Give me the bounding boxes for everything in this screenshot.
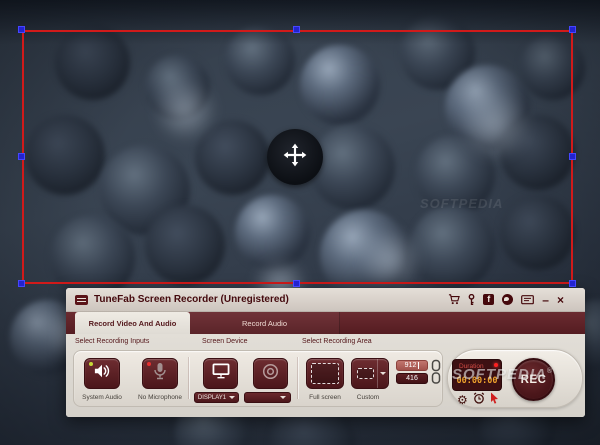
system-audio-status-dot — [89, 362, 93, 366]
move-icon — [282, 142, 308, 173]
window-title: TuneFab Screen Recorder (Unregistered) — [94, 294, 289, 305]
record-capsule: Duration 00:00:00 ⚙ REC — [447, 349, 583, 408]
selection-handle-top-left[interactable] — [18, 26, 25, 33]
chevron-down-icon — [229, 396, 236, 399]
section-label-screen-device: Screen Device — [202, 338, 248, 345]
full-screen-button[interactable] — [306, 358, 344, 389]
full-screen-area-icon — [311, 363, 339, 384]
timer-clock-icon[interactable] — [473, 391, 485, 409]
custom-label: Custom — [356, 394, 380, 401]
selection-handle-mid-right[interactable] — [569, 153, 576, 160]
tab-record-audio[interactable]: Record Audio — [190, 312, 340, 334]
minimize-button[interactable]: – — [542, 294, 549, 306]
monitor-icon — [212, 363, 230, 384]
app-logo-icon — [75, 294, 88, 305]
link-ratio-icon[interactable] — [431, 359, 441, 390]
window-titlebar[interactable]: TuneFab Screen Recorder (Unregistered) f… — [66, 288, 585, 312]
duration-label: Duration — [459, 363, 484, 370]
divider — [188, 357, 189, 399]
microphone-button[interactable] — [142, 358, 178, 389]
chevron-down-icon — [280, 396, 286, 399]
custom-area-button[interactable] — [351, 358, 389, 389]
selection-handle-bottom-right[interactable] — [569, 280, 576, 287]
microphone-status-dot — [147, 362, 151, 366]
duration-value: 00:00:00 — [456, 376, 498, 386]
selection-handle-bottom-left[interactable] — [18, 280, 25, 287]
microphone-icon — [153, 362, 167, 385]
register-key-icon[interactable] — [468, 293, 475, 306]
system-audio-button[interactable] — [84, 358, 120, 389]
selection-handle-top-center[interactable] — [293, 26, 300, 33]
section-label-recording-area: Select Recording Area — [302, 338, 372, 345]
webcam-select[interactable] — [244, 392, 291, 403]
duration-display: Duration 00:00:00 — [452, 359, 502, 391]
tab-record-video-audio[interactable]: Record Video And Audio — [75, 312, 190, 334]
full-screen-label: Full screen — [309, 394, 341, 401]
custom-area-icon — [357, 368, 374, 379]
window-content: Select Recording Inputs Screen Device Se… — [66, 334, 585, 417]
webcam-button[interactable] — [253, 358, 288, 389]
divider — [297, 357, 298, 399]
recording-led — [494, 363, 498, 367]
close-button[interactable]: × — [557, 294, 564, 306]
store-cart-icon[interactable] — [448, 294, 461, 305]
move-selection-button[interactable] — [267, 129, 323, 185]
tab-bar: Record Video And Audio Record Audio — [66, 312, 585, 334]
webcam-icon — [262, 363, 279, 385]
custom-area-dropdown[interactable] — [377, 359, 388, 388]
cursor-toggle-icon[interactable] — [490, 391, 499, 409]
width-input[interactable]: 912 — [396, 360, 428, 371]
settings-gear-icon[interactable]: ⚙ — [457, 394, 468, 406]
section-label-recording-inputs: Select Recording Inputs — [75, 338, 150, 345]
app-window: TuneFab Screen Recorder (Unregistered) f… — [66, 288, 585, 417]
display-select[interactable]: DISPLAY1 — [194, 392, 239, 403]
selection-handle-bottom-center[interactable] — [293, 280, 300, 287]
chevron-down-icon — [380, 372, 386, 375]
rec-button[interactable]: REC — [512, 358, 555, 401]
selection-handle-mid-left[interactable] — [18, 153, 25, 160]
height-input[interactable]: 416 — [396, 373, 428, 384]
feedback-icon[interactable] — [521, 294, 535, 305]
display-select-value: DISPLAY1 — [197, 394, 227, 401]
speaker-icon — [93, 363, 111, 384]
community-icon[interactable] — [502, 294, 514, 305]
selection-handle-top-right[interactable] — [569, 26, 576, 33]
microphone-label: No Microphone — [137, 394, 183, 401]
display-button[interactable] — [203, 358, 238, 389]
facebook-icon[interactable]: f — [483, 294, 495, 305]
controls-group: System Audio No Microphone DISPLAY1 Full… — [73, 350, 443, 407]
system-audio-label: System Audio — [82, 394, 122, 401]
